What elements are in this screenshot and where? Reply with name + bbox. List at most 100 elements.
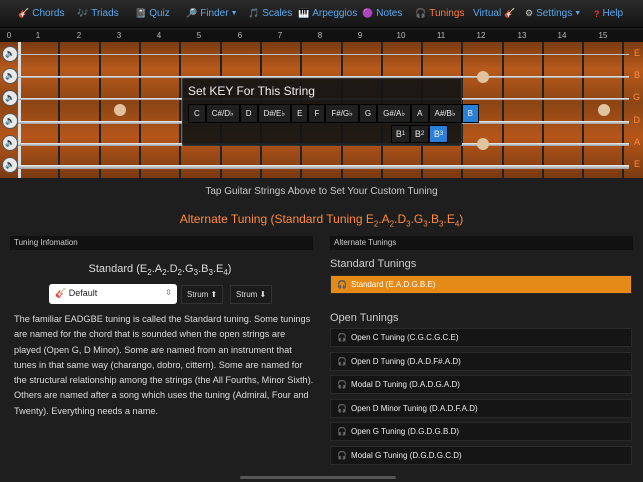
- fret-wire: [139, 42, 141, 178]
- nav-label: Finder: [200, 8, 229, 19]
- tuning-item-label: Open C Tuning (C.G.C.G.C.E): [350, 333, 459, 342]
- tuning-item[interactable]: 🎧 Modal D Tuning (D.A.D.G.A.D): [330, 375, 632, 395]
- octave-buttons: B1B2B3: [391, 125, 448, 143]
- fret-number: 5: [196, 31, 202, 40]
- tap-caption: Tap Guitar Strings Above to Set Your Cus…: [205, 186, 438, 197]
- key-button[interactable]: F#/G♭: [325, 104, 359, 123]
- tuning-item-label: Standard (E.A.D.G.B.E): [350, 280, 436, 289]
- strum-up-button[interactable]: Strum ⬆: [181, 285, 224, 304]
- strum-down-button[interactable]: Strum ⬇: [230, 285, 273, 304]
- fret-number: 3: [116, 31, 122, 40]
- nav-label: Help: [602, 8, 624, 19]
- fret-marker-dot: [477, 138, 489, 150]
- octave-button[interactable]: B3: [429, 125, 448, 143]
- fret-number: 8: [317, 31, 323, 40]
- nav-label: Chords: [32, 8, 65, 19]
- tuning-item-label: Modal D Tuning (D.A.D.G.A.D): [350, 380, 460, 390]
- fret-number: 6: [237, 31, 243, 40]
- nav-label: Settings: [536, 8, 573, 19]
- fret-numbers: 0 1 2 3 4 5 6 7 8 9 10 11 12 13 14 15: [0, 30, 643, 42]
- octave-button[interactable]: B2: [410, 125, 429, 143]
- string-name: G: [632, 92, 640, 102]
- guitar-string[interactable]: [18, 54, 629, 55]
- fret-number: 10: [396, 31, 406, 40]
- fret-number: 9: [357, 31, 363, 40]
- search-icon: 🔎: [186, 8, 198, 18]
- tuning-item[interactable]: 🎧 Modal G Tuning (D.G.D.G.C.D): [330, 446, 632, 465]
- speaker-icon[interactable]: 🔈: [2, 113, 18, 129]
- headphones-icon: 🎧: [337, 356, 347, 366]
- fret-wire: [542, 42, 544, 178]
- tuning-item[interactable]: 🎧 Open C Tuning (C.G.C.G.C.E): [330, 328, 632, 347]
- key-button[interactable]: F: [308, 104, 326, 123]
- fret-marker-dot: [114, 104, 126, 116]
- alternate-tunings-header: Alternate Tunings: [330, 236, 633, 250]
- headphones-icon: 🎧: [415, 8, 427, 18]
- nav-label: Tunings: [429, 8, 465, 19]
- fret-number: 12: [476, 31, 486, 40]
- key-button[interactable]: B: [461, 104, 479, 123]
- speaker-icon[interactable]: 🔈: [2, 135, 18, 151]
- tuning-item[interactable]: 🎧 Open D Tuning (D.A.D.F#.A.D): [330, 351, 632, 371]
- nav-tunings[interactable]: 🎧 Tunings: [415, 8, 464, 19]
- scales-icon: 🎵: [248, 8, 260, 18]
- select-value: Default: [68, 288, 98, 298]
- key-button[interactable]: G: [358, 104, 378, 123]
- key-button[interactable]: C#/D♭: [205, 104, 240, 123]
- guitar-string[interactable]: [18, 165, 629, 169]
- tuning-item-label: Open D Minor Tuning (D.A.D.F.A.D): [350, 403, 478, 413]
- nav-finder[interactable]: 🔎 Finder ▼: [186, 8, 238, 19]
- headphones-icon: 🎧: [337, 380, 347, 390]
- speaker-icon[interactable]: 🔈: [2, 90, 18, 106]
- nav-virtual[interactable]: Virtual 🎸: [473, 8, 518, 19]
- speaker-icon[interactable]: 🔈: [2, 68, 18, 84]
- nav-settings[interactable]: ⚙ Settings ▼: [525, 8, 581, 19]
- chevron-down-icon: ▼: [230, 10, 238, 17]
- piano-icon: 🎹: [298, 8, 310, 18]
- key-buttons: C C#/D♭ D D#/E♭ E F F#/G♭ G G#/A♭ A A#/B♭ B: [188, 104, 479, 123]
- tuning-item[interactable]: 🎧 Open G Tuning (D.G.D.G.B.D): [330, 422, 632, 442]
- nav-help[interactable]: ? Help: [594, 8, 623, 19]
- nav-label: Arpeggios: [312, 8, 358, 19]
- fret-number: 13: [517, 31, 527, 40]
- string-name: B: [633, 70, 640, 80]
- open-tunings-section: Open Tunings: [330, 312, 399, 324]
- tuning-item[interactable]: 🎧 Open D Minor Tuning (D.A.D.F.A.D): [330, 398, 632, 418]
- notes-icon: 🟣: [362, 8, 374, 18]
- key-button[interactable]: D: [239, 104, 258, 123]
- key-button[interactable]: C: [188, 104, 206, 123]
- fret-wire: [99, 42, 101, 178]
- tuning-select[interactable]: 🎸 Default ⇳: [49, 284, 177, 304]
- fret-number: 14: [557, 31, 567, 40]
- key-button[interactable]: A#/B♭: [428, 104, 462, 123]
- key-button[interactable]: A: [411, 104, 429, 123]
- speaker-icon[interactable]: 🔈: [2, 157, 18, 173]
- nav-label: Notes: [376, 8, 403, 19]
- nav-label: Scales: [262, 8, 293, 19]
- nav-notes[interactable]: 🟣 Notes: [362, 8, 402, 19]
- speaker-icon[interactable]: 🔈: [2, 46, 18, 62]
- nav-arpeggios[interactable]: 🎹 Arpeggios: [298, 8, 357, 19]
- nav-chords[interactable]: 🎸 Chords: [18, 8, 64, 19]
- nav-scales[interactable]: 🎵 Scales: [248, 8, 292, 19]
- music-note-icon: 🎶: [77, 8, 89, 18]
- nav-quiz[interactable]: 📓 Quiz: [135, 8, 170, 19]
- tuning-item-label: Open D Tuning (D.A.D.F#.A.D): [350, 356, 461, 366]
- fret-number: 15: [598, 31, 608, 40]
- nut: [18, 42, 21, 178]
- octave-button[interactable]: B1: [391, 125, 410, 143]
- key-button[interactable]: G#/A♭: [377, 104, 412, 123]
- top-nav: 🎸 Chords 🎶 Triads 📓 Quiz 🔎 Finder ▼ 🎵 Scales 🎹…: [0, 0, 643, 28]
- key-button[interactable]: D#/E♭: [257, 104, 292, 123]
- nav-triads[interactable]: 🎶 Triads: [77, 8, 119, 19]
- tuning-item-standard[interactable]: 🎧 Standard (E.A.D.G.B.E): [330, 275, 632, 294]
- headphones-icon: 🎧: [337, 403, 347, 413]
- scrollbar[interactable]: [240, 476, 396, 479]
- headphones-icon: 🎧: [337, 427, 347, 437]
- fret-number: 4: [156, 31, 162, 40]
- nav-label: Quiz: [149, 8, 170, 19]
- string-name: A: [633, 137, 640, 147]
- string-name: E: [633, 159, 640, 169]
- key-button[interactable]: E: [291, 104, 309, 123]
- headphones-icon: 🎧: [337, 280, 347, 289]
